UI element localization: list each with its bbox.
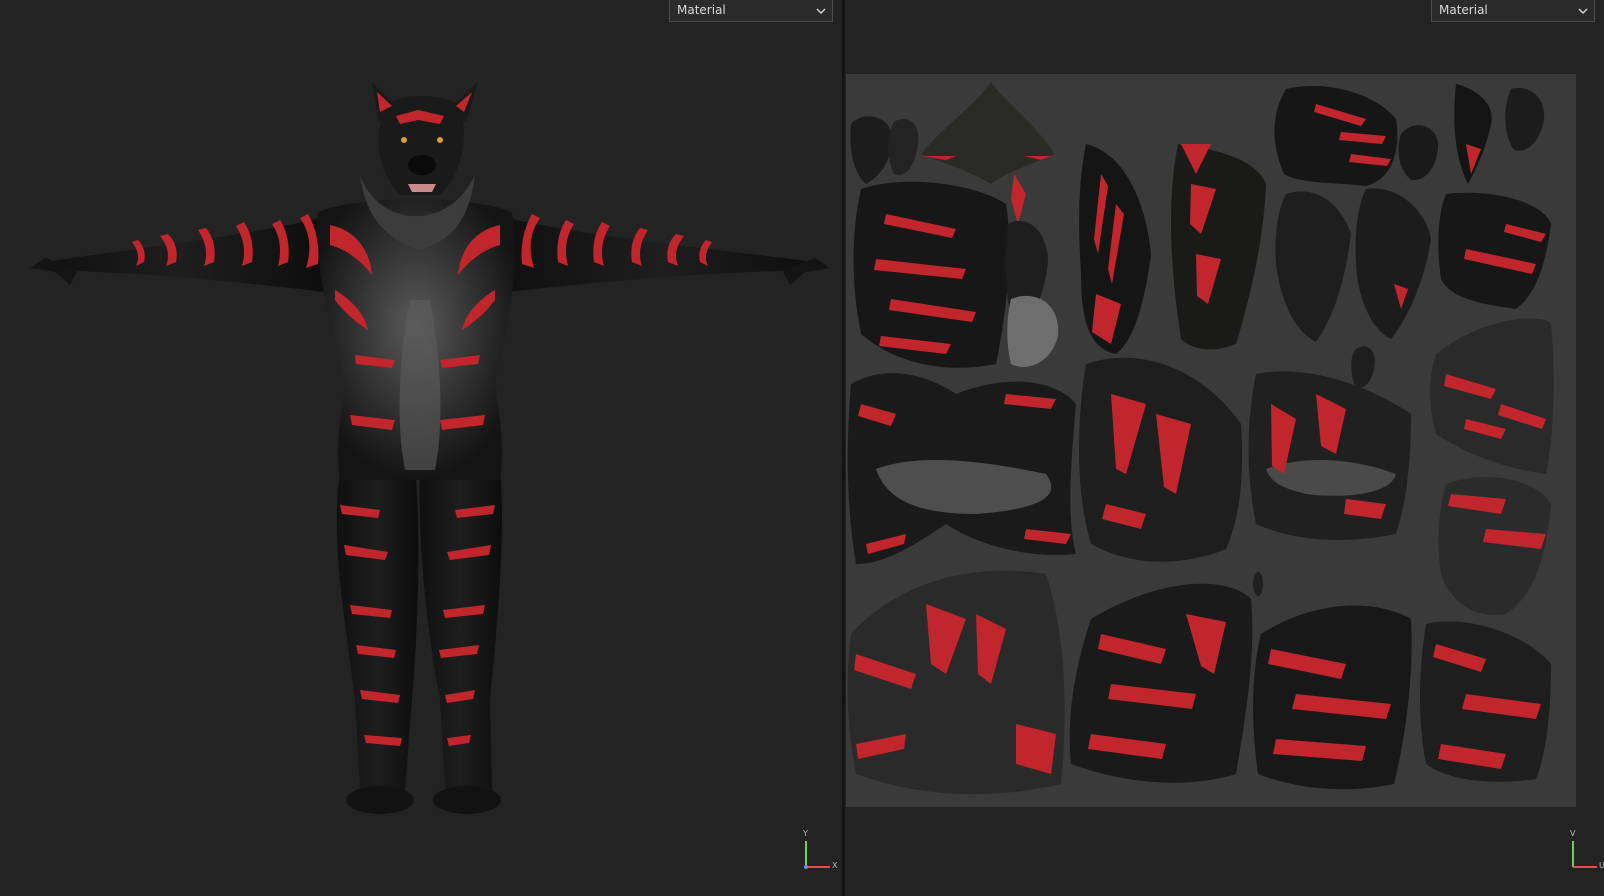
uv-axis-gizmo: V U: [1567, 829, 1604, 873]
xy-axis-gizmo: Y X: [800, 829, 840, 873]
wolf-model-render: [30, 82, 830, 814]
texture-editor-window: Material Y X Material V U: [0, 0, 1604, 896]
axis-label-u: U: [1599, 861, 1604, 870]
axis-label-v: V: [1570, 829, 1576, 838]
uv-texture-canvas[interactable]: [846, 74, 1576, 807]
uv-islands: [847, 82, 1554, 795]
axis-label-x: X: [832, 861, 838, 870]
shading-mode-dropdown-uv[interactable]: Material: [1431, 0, 1595, 22]
3d-viewport[interactable]: Material Y X: [0, 0, 842, 896]
axis-label-y: Y: [803, 829, 808, 838]
uv-viewport[interactable]: Material V U: [845, 0, 1604, 896]
chevron-down-icon: [1578, 8, 1588, 15]
shading-mode-label-uv: Material: [1439, 3, 1488, 17]
